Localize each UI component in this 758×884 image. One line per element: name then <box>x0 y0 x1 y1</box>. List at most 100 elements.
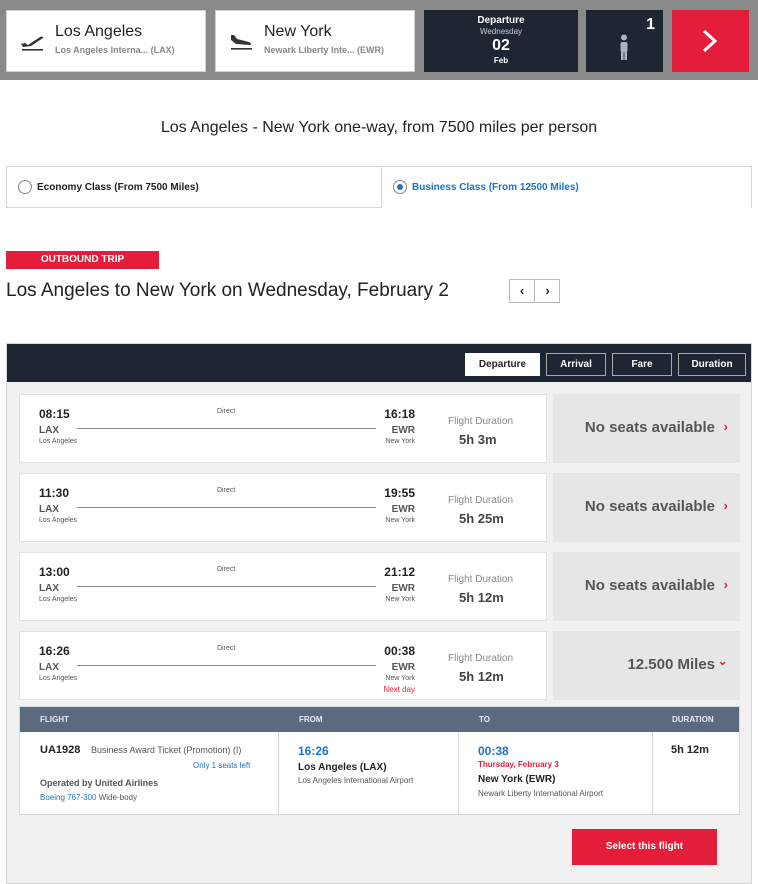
economy-class-label: Economy Class (From 7500 Miles) <box>37 182 199 193</box>
flight-row[interactable]: 08:15 LAX Los Angeles Direct 16:18 EWR N… <box>19 394 547 463</box>
flight-duration: 5h 3m <box>459 432 497 447</box>
to-airport: Newark Liberty International Airport <box>478 789 603 798</box>
departure-city: Los Angeles <box>39 438 78 445</box>
passenger-selector[interactable]: 1 <box>586 10 663 72</box>
flight-duration: 5h 12m <box>459 669 504 684</box>
arrival-code: EWR <box>391 583 415 594</box>
departure-month: Feb <box>493 56 509 65</box>
seats-left: Only 1 seats left <box>193 761 251 770</box>
flight-details-table: FLIGHT FROM TO DURATION UA1928 Business … <box>19 706 740 815</box>
duration-label: Flight Duration <box>448 495 514 506</box>
availability-text: No seats available <box>584 498 715 515</box>
aircraft-body: Wide-body <box>96 793 137 802</box>
column-divider <box>458 732 459 814</box>
from-airport: Los Angeles International Airport <box>298 776 414 785</box>
departure-city: Los Angeles <box>39 675 78 682</box>
fare-miles-button[interactable]: 12.500 Miles ⌄ <box>553 631 740 700</box>
departure-time: 13:00 <box>39 565 70 579</box>
fare-availability-button[interactable]: No seats available › <box>553 552 740 621</box>
flight-row[interactable]: 13:00 LAX Los Angeles Direct 21:12 EWR N… <box>19 552 547 621</box>
business-class-option[interactable]: Business Class (From 12500 Miles) <box>381 166 752 208</box>
arrival-city: New York <box>385 675 415 682</box>
route-line <box>77 665 376 666</box>
fare-availability-button[interactable]: No seats available › <box>553 394 740 463</box>
business-class-label: Business Class (From 12500 Miles) <box>412 182 579 193</box>
flight-row[interactable]: 16:26 LAX Los Angeles Direct 00:38 EWR N… <box>19 631 547 700</box>
fare-availability-button[interactable]: No seats available › <box>553 473 740 542</box>
plane-landing-icon <box>231 35 252 50</box>
destination-airport: Newark Liberty Inte... (EWR) <box>264 45 385 55</box>
departure-label: Departure <box>477 15 525 26</box>
to-date: Thursday, February 3 <box>478 760 559 769</box>
origin-airport: Los Angeles Interna... (LAX) <box>55 45 175 55</box>
arrival-city: New York <box>385 596 415 603</box>
previous-day-button[interactable]: ‹ <box>510 280 535 302</box>
flight-duration: 5h 25m <box>459 511 504 526</box>
header-to: TO <box>479 715 490 724</box>
chevron-right-icon: › <box>723 498 728 513</box>
chevron-right-icon: › <box>723 577 728 592</box>
duration-label: Flight Duration <box>448 653 514 664</box>
economy-radio[interactable] <box>18 180 32 194</box>
sort-arrival-button[interactable]: Arrival <box>546 353 606 376</box>
departure-code: LAX <box>39 425 59 436</box>
route-line <box>77 586 376 587</box>
departure-date-picker[interactable]: Departure Wednesday 02 Feb <box>424 10 578 72</box>
origin-city: Los Angeles <box>55 23 143 40</box>
stops-label: Direct <box>217 487 236 494</box>
destination-city: New York <box>264 23 332 40</box>
arrival-time: 00:38 <box>384 644 415 658</box>
flight-row[interactable]: 11:30 LAX Los Angeles Direct 19:55 EWR N… <box>19 473 547 542</box>
details-header: FLIGHT FROM TO DURATION <box>20 707 739 732</box>
arrival-code: EWR <box>391 662 415 673</box>
duration-label: Flight Duration <box>448 416 514 427</box>
departure-code: LAX <box>39 504 59 515</box>
header-flight: FLIGHT <box>40 715 69 724</box>
stops-label: Direct <box>217 566 236 573</box>
from-time: 16:26 <box>298 744 329 758</box>
details-duration: 5h 12m <box>671 744 709 756</box>
departure-city: Los Angeles <box>39 596 78 603</box>
ticket-type: Business Award Ticket (Promotion) (I) <box>91 745 242 755</box>
origin-field[interactable]: Los Angeles Los Angeles Interna... (LAX) <box>6 10 206 72</box>
sort-departure-button[interactable]: Departure <box>465 353 540 376</box>
results-panel: Departure Arrival Fare Duration 08:15 LA… <box>6 343 752 884</box>
availability-text: No seats available <box>584 577 715 594</box>
flight-duration: 5h 12m <box>459 590 504 605</box>
flight-number: UA1928 <box>40 744 81 756</box>
sort-duration-button[interactable]: Duration <box>678 353 746 376</box>
duration-label: Flight Duration <box>448 574 514 585</box>
economy-class-option[interactable]: Economy Class (From 7500 Miles) <box>6 166 382 208</box>
next-day-button[interactable]: › <box>535 280 560 302</box>
to-city: New York (EWR) <box>478 774 556 785</box>
header-from: FROM <box>299 715 323 724</box>
plane-takeoff-icon <box>21 36 44 51</box>
stops-label: Direct <box>217 645 236 652</box>
sort-bar: Departure Arrival Fare Duration <box>7 344 751 382</box>
arrival-time: 21:12 <box>384 565 415 579</box>
arrival-city: New York <box>385 517 415 524</box>
arrival-time: 19:55 <box>384 486 415 500</box>
aircraft-link[interactable]: Boeing 767-300 <box>40 793 97 802</box>
column-divider <box>278 732 279 814</box>
departure-time: 08:15 <box>39 407 70 421</box>
header-duration: DURATION <box>672 715 714 724</box>
operated-by: Operated by United Airlines <box>40 778 159 788</box>
business-radio[interactable] <box>393 180 407 194</box>
arrival-code: EWR <box>391 504 415 515</box>
chevron-down-icon: ⌄ <box>717 653 728 668</box>
outbound-trip-tag: OUTBOUND TRIP <box>6 251 159 269</box>
search-bar: Los Angeles Los Angeles Interna... (LAX)… <box>0 0 758 80</box>
departure-day: 02 <box>492 37 510 54</box>
select-flight-button[interactable]: Select this flight <box>572 829 717 865</box>
departure-city: Los Angeles <box>39 517 78 524</box>
departure-code: LAX <box>39 662 59 673</box>
arrival-city: New York <box>385 438 415 445</box>
destination-field[interactable]: New York Newark Liberty Inte... (EWR) <box>215 10 415 72</box>
arrival-time: 16:18 <box>384 407 415 421</box>
search-submit-button[interactable] <box>672 10 749 72</box>
sort-fare-button[interactable]: Fare <box>612 353 672 376</box>
arrival-code: EWR <box>391 425 415 436</box>
stops-label: Direct <box>217 408 236 415</box>
date-navigation: ‹ › <box>509 279 560 303</box>
